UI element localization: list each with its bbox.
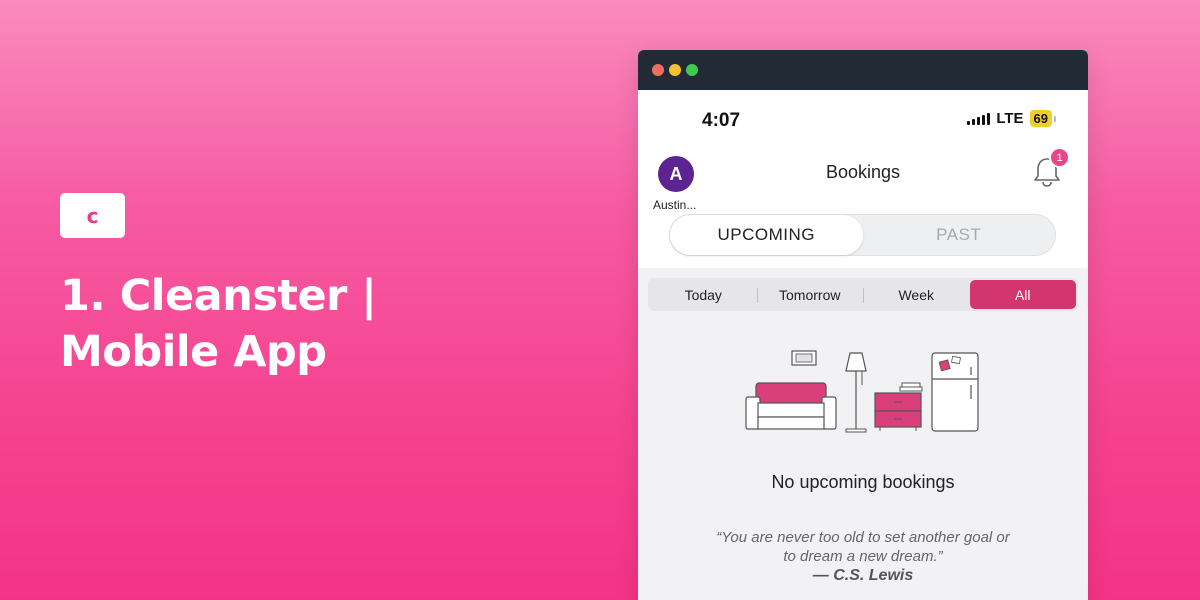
quote-line1: “You are never too old to set another go… xyxy=(716,529,1010,546)
close-window-button[interactable] xyxy=(652,64,664,76)
empty-room-illustration xyxy=(745,350,979,433)
page-title: Bookings xyxy=(825,162,901,182)
empty-state-message: No upcoming bookings xyxy=(771,472,955,492)
quote-line2: to dream a new dream.” xyxy=(783,548,943,565)
status-indicators: LTE 69 xyxy=(967,110,1057,127)
quote-author: — C.S. Lewis xyxy=(812,567,914,584)
hero-title-line2: Mobile App xyxy=(60,327,327,377)
battery-indicator: 69 xyxy=(1029,110,1057,127)
app-window: 4:07 LTE 69 A Austin... Bookings 1 UPCOM… xyxy=(638,50,1088,600)
filter-tomorrow[interactable]: Tomorrow xyxy=(756,280,864,309)
signal-icon xyxy=(967,112,991,125)
filter-today[interactable]: Today xyxy=(650,280,757,309)
notification-badge: 1 xyxy=(1049,147,1070,168)
hero-title-line1: 1. Cleanster | xyxy=(60,271,377,321)
hero-title: 1. Cleanster | Mobile App xyxy=(60,268,480,380)
tab-past[interactable]: PAST xyxy=(863,215,1056,255)
filter-week[interactable]: Week xyxy=(863,280,970,309)
network-label: LTE xyxy=(996,110,1024,127)
logo-letter: c xyxy=(86,203,99,228)
tab-upcoming[interactable]: UPCOMING xyxy=(670,215,863,255)
date-filter-bar: Today Tomorrow Week All xyxy=(648,278,1078,311)
app-header: 4:07 LTE 69 A Austin... Bookings 1 UPCOM… xyxy=(638,90,1088,268)
minimize-window-button[interactable] xyxy=(669,64,681,76)
bookings-tab-switch: UPCOMING PAST xyxy=(669,214,1056,256)
cleanster-logo: c xyxy=(60,193,125,238)
maximize-window-button[interactable] xyxy=(686,64,698,76)
quote-text: “You are never too old to set another go… xyxy=(638,528,1088,566)
filter-all[interactable]: All xyxy=(969,280,1076,309)
window-titlebar xyxy=(638,50,1088,90)
status-time: 4:07 xyxy=(702,110,741,131)
avatar-name: Austin... xyxy=(653,198,697,212)
